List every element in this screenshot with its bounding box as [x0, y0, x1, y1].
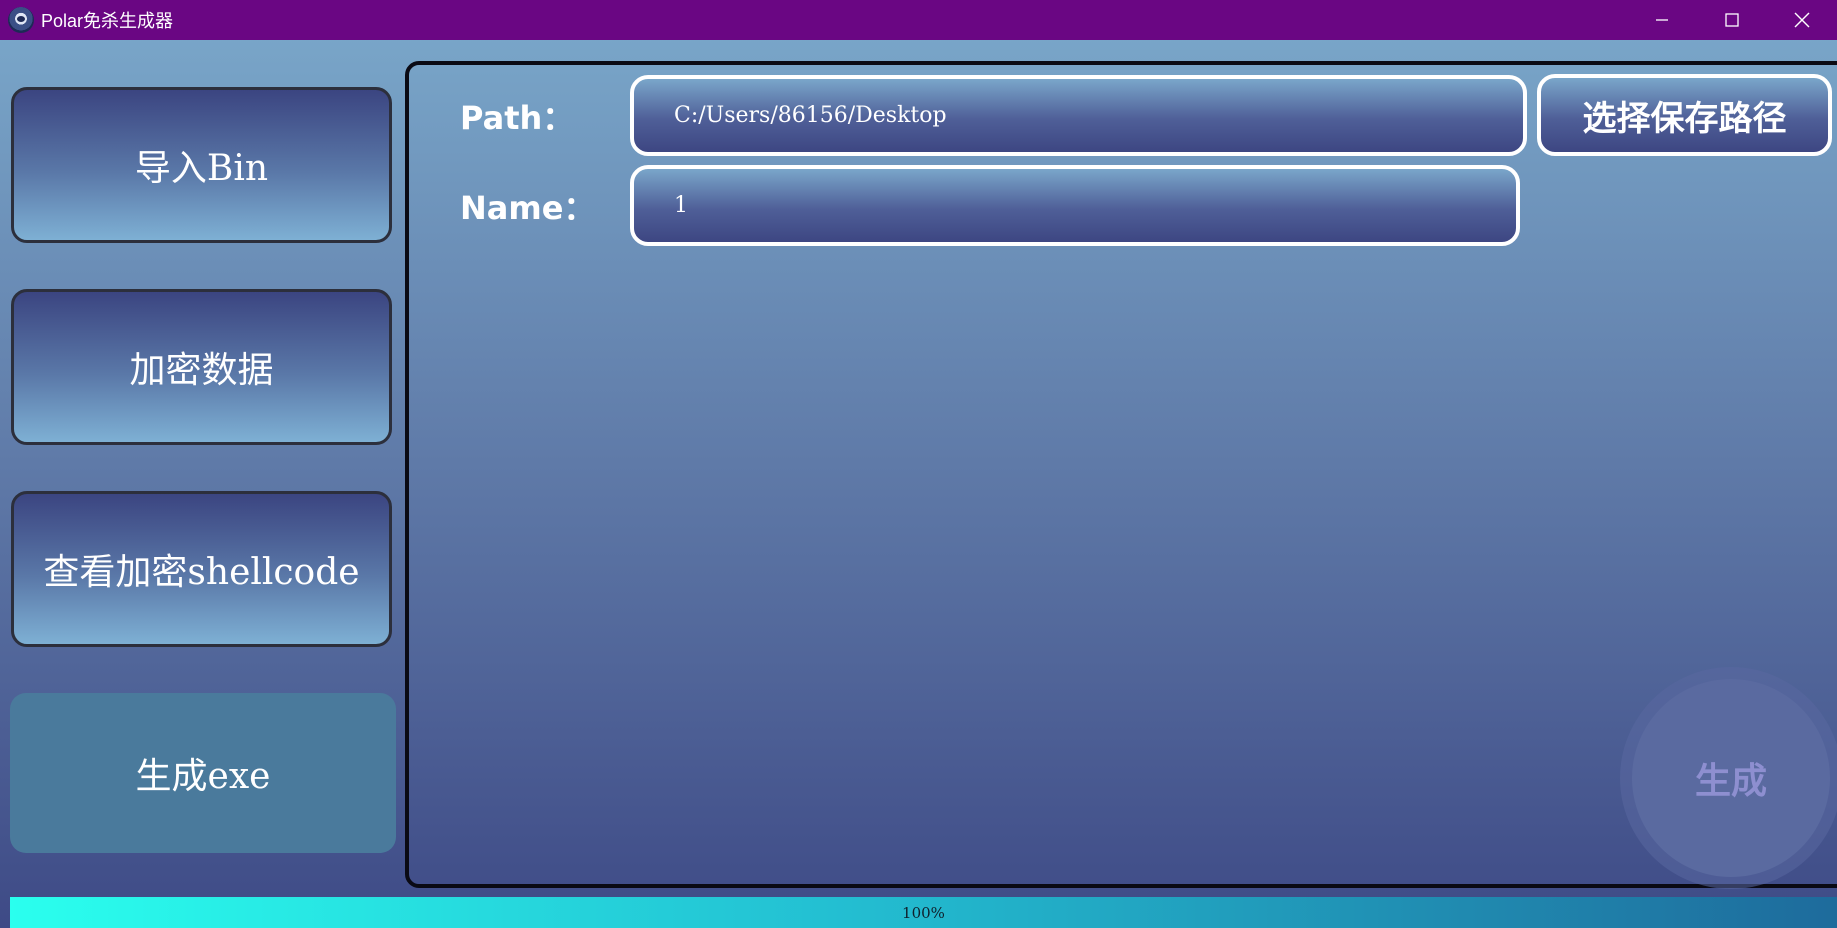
window-controls — [1627, 0, 1837, 40]
minimize-icon — [1656, 19, 1668, 21]
encrypt-data-button[interactable]: 加密数据 — [11, 289, 392, 445]
import-bin-button[interactable]: 导入Bin — [11, 87, 392, 243]
name-input[interactable]: 1 — [630, 165, 1520, 246]
view-shellcode-button[interactable]: 查看加密shellcode — [11, 491, 392, 647]
generate-button[interactable]: 生成 — [1632, 679, 1830, 877]
choose-save-path-label: 选择保存路径 — [1582, 98, 1787, 139]
minimize-button[interactable] — [1627, 0, 1697, 40]
polar-app-icon — [8, 7, 34, 33]
name-label: Name： — [460, 189, 596, 227]
choose-save-path-button[interactable]: 选择保存路径 — [1537, 74, 1832, 156]
generate-exe-label: 生成exe — [135, 756, 271, 797]
path-value: C:/Users/86156/Desktop — [674, 103, 947, 128]
path-input[interactable]: C:/Users/86156/Desktop — [630, 75, 1527, 156]
window-title: Polar免杀生成器 — [41, 11, 174, 31]
view-shellcode-label: 查看加密shellcode — [43, 552, 360, 593]
close-button[interactable] — [1767, 0, 1837, 40]
generate-label: 生成 — [1694, 761, 1767, 802]
maximize-icon — [1725, 13, 1739, 27]
title-bar: Polar免杀生成器 — [0, 0, 1837, 40]
progress-text: 100% — [902, 903, 945, 922]
generate-exe-button[interactable]: 生成exe — [10, 693, 396, 853]
path-label: Path： — [460, 99, 575, 137]
import-bin-label: 导入Bin — [134, 148, 269, 189]
name-value: 1 — [674, 193, 688, 218]
progress-bar: 100% — [10, 897, 1837, 928]
encrypt-data-label: 加密数据 — [129, 350, 274, 391]
maximize-button[interactable] — [1697, 0, 1767, 40]
app-window: Polar免杀生成器 导入Bin 加密数据 查看加密shellcode 生成ex… — [0, 0, 1837, 928]
close-icon — [1794, 12, 1810, 28]
